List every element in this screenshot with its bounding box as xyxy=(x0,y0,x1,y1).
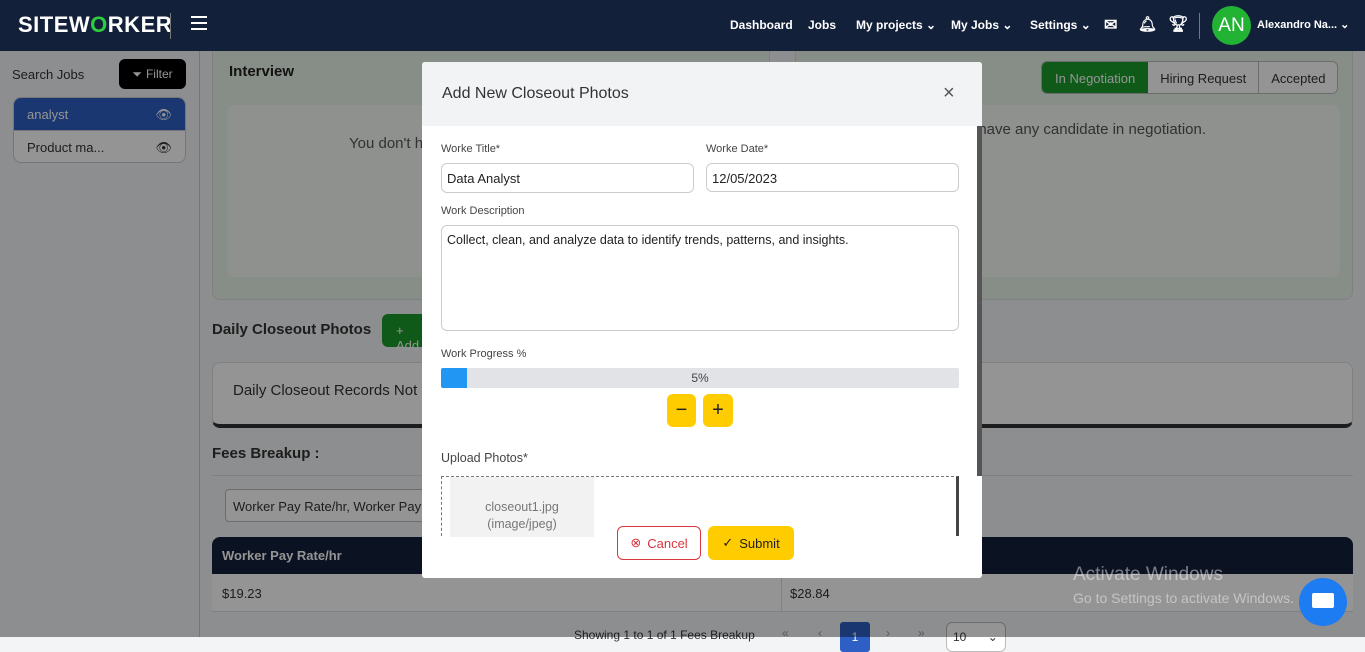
trophy-icon[interactable]: 🏆︎ xyxy=(1168,14,1188,34)
file-type: (image/jpeg) xyxy=(487,517,557,531)
minus-icon: − xyxy=(675,399,688,421)
chevron-down-icon: ⌄ xyxy=(1002,18,1013,32)
bell-icon[interactable]: 🔔︎ xyxy=(1138,15,1157,33)
work-title-label: Worke Title* xyxy=(441,143,501,155)
chevron-down-icon: ⌄ xyxy=(1080,18,1091,32)
nav-label: My projects xyxy=(856,18,923,32)
work-date-label: Worke Date* xyxy=(706,143,769,155)
chat-bubble-icon xyxy=(1312,593,1334,608)
description-textarea[interactable]: Collect, clean, and analyze data to iden… xyxy=(441,225,959,331)
description-label: Work Description xyxy=(441,205,525,217)
upload-dropzone[interactable]: closeout1.jpg (image/jpeg) xyxy=(441,476,959,537)
cancel-label: Cancel xyxy=(647,535,688,551)
watermark-title: Activate Windows xyxy=(1073,564,1223,585)
chat-button[interactable] xyxy=(1299,578,1347,626)
file-name: closeout1.jpg xyxy=(485,500,559,514)
nav-settings[interactable]: Settings ⌄ xyxy=(1030,18,1091,32)
decrease-progress-button[interactable]: − xyxy=(667,394,696,427)
user-menu[interactable]: Alexandro Na... ⌄ xyxy=(1257,18,1349,31)
plus-icon: + xyxy=(712,399,724,421)
nav-label: Settings xyxy=(1030,18,1078,32)
check-circle-icon: ✓ xyxy=(722,535,734,550)
progress-text: 5% xyxy=(691,371,709,385)
cancel-button[interactable]: ⊗ Cancel xyxy=(617,526,701,560)
increase-progress-button[interactable]: + xyxy=(703,394,733,427)
chevron-down-icon: ⌄ xyxy=(926,18,937,32)
divider xyxy=(170,13,171,39)
navbar: SITEWORKER Dashboard Jobs My projects ⌄ … xyxy=(0,0,1365,51)
close-icon[interactable]: × xyxy=(943,82,955,105)
user-name: Alexandro Na... xyxy=(1257,19,1338,31)
modal-header: Add New Closeout Photos xyxy=(422,62,982,126)
progress-bar: 5% xyxy=(441,368,959,388)
uploaded-file-preview: closeout1.jpg (image/jpeg) xyxy=(450,477,594,537)
watermark-subtitle: Go to Settings to activate Windows. xyxy=(1073,590,1294,606)
upload-label: Upload Photos* xyxy=(441,451,528,465)
progress-label: Work Progress % xyxy=(441,348,527,360)
work-title-input[interactable]: Data Analyst xyxy=(441,163,694,193)
chevron-down-icon: ⌄ xyxy=(1340,19,1350,31)
cancel-circle-icon: ⊗ xyxy=(630,535,642,550)
nav-jobs[interactable]: Jobs xyxy=(808,18,836,32)
nav-my-jobs[interactable]: My Jobs ⌄ xyxy=(951,18,1012,32)
work-date-input[interactable]: 12/05/2023 xyxy=(706,163,959,192)
avatar[interactable]: AN xyxy=(1212,6,1251,45)
modal-scrollbar[interactable] xyxy=(977,126,982,476)
logo[interactable]: SITEWORKER xyxy=(18,12,172,38)
nav-my-projects[interactable]: My projects ⌄ xyxy=(856,18,936,32)
submit-label: Submit xyxy=(739,535,780,551)
hamburger-menu-icon[interactable] xyxy=(191,16,207,34)
add-closeout-modal: Add New Closeout Photos × Worke Title* D… xyxy=(422,62,982,578)
mail-icon[interactable]: ✉ xyxy=(1104,15,1117,35)
submit-button[interactable]: ✓ Submit xyxy=(708,526,794,560)
modal-title: Add New Closeout Photos xyxy=(442,85,629,102)
nav-dashboard[interactable]: Dashboard xyxy=(730,18,793,32)
nav-label: My Jobs xyxy=(951,18,1000,32)
divider xyxy=(1199,13,1200,39)
